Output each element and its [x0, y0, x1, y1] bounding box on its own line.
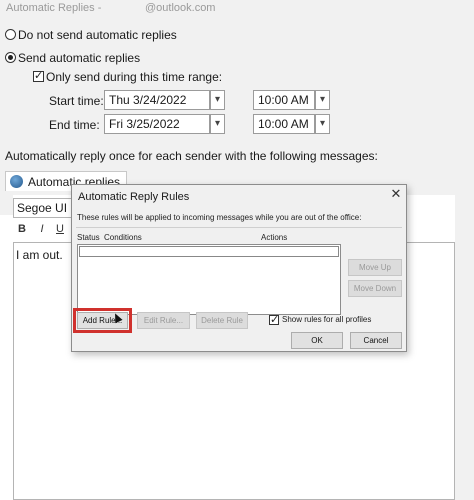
dialog-description: These rules will be applied to incoming … — [77, 213, 362, 222]
start-time-field[interactable]: 10:00 AM — [253, 90, 315, 110]
divider — [76, 227, 402, 228]
rules-list-row[interactable] — [79, 246, 339, 257]
start-date-dropdown[interactable]: ▾ — [210, 90, 225, 110]
show-all-profiles-label[interactable]: Show rules for all profiles — [282, 315, 371, 324]
right-edge-background — [455, 0, 474, 500]
end-date-field[interactable]: Fri 3/25/2022 — [104, 114, 210, 134]
time-range-label[interactable]: Only send during this time range: — [46, 70, 222, 84]
chevron-down-icon: ▾ — [319, 118, 326, 129]
time-range-checkbox[interactable] — [33, 69, 44, 82]
show-all-profiles-checkbox[interactable] — [269, 313, 279, 326]
chevron-down-icon: ▾ — [319, 94, 326, 105]
font-name-field[interactable]: Segoe UI — [13, 198, 75, 218]
no-reply-label[interactable]: Do not send automatic replies — [18, 28, 177, 42]
automatic-reply-rules-dialog: Automatic Reply Rules ✕ These rules will… — [71, 184, 407, 352]
cancel-button[interactable]: Cancel — [350, 332, 402, 349]
end-time-dropdown[interactable]: ▾ — [315, 114, 330, 134]
column-actions: Actions — [261, 233, 288, 242]
rules-list[interactable] — [77, 244, 341, 315]
bold-button[interactable]: B — [16, 222, 28, 236]
chevron-down-icon: ▾ — [214, 118, 221, 129]
underline-button[interactable]: U — [54, 222, 66, 236]
chevron-down-icon: ▾ — [214, 94, 221, 105]
ok-button[interactable]: OK — [291, 332, 343, 349]
window-title-bar: Automatic Replies - @outlook.com — [0, 0, 474, 18]
end-time-field[interactable]: 10:00 AM — [253, 114, 315, 134]
edit-rule-button[interactable]: Edit Rule... — [137, 312, 190, 329]
window-title: Automatic Replies - — [6, 2, 102, 14]
column-status: Status — [77, 233, 100, 242]
send-reply-label[interactable]: Send automatic replies — [18, 51, 140, 65]
start-time-dropdown[interactable]: ▾ — [315, 90, 330, 110]
close-icon[interactable]: ✕ — [388, 187, 404, 203]
column-conditions: Conditions — [104, 233, 142, 242]
move-up-button[interactable]: Move Up — [348, 259, 402, 276]
send-reply-radio[interactable] — [5, 52, 16, 63]
dialog-title: Automatic Reply Rules — [78, 191, 190, 203]
no-reply-radio[interactable] — [5, 29, 16, 40]
move-down-button[interactable]: Move Down — [348, 280, 402, 297]
start-date-field[interactable]: Thu 3/24/2022 — [104, 90, 210, 110]
account-email: @outlook.com — [145, 2, 216, 14]
message-text: I am out. — [16, 248, 63, 262]
end-date-dropdown[interactable]: ▾ — [210, 114, 225, 134]
delete-rule-button[interactable]: Delete Rule — [196, 312, 248, 329]
globe-icon — [10, 175, 23, 188]
italic-button[interactable]: I — [36, 222, 48, 236]
start-time-label: Start time: — [49, 94, 104, 108]
message-instruction: Automatically reply once for each sender… — [5, 149, 378, 163]
end-time-label: End time: — [49, 118, 100, 132]
